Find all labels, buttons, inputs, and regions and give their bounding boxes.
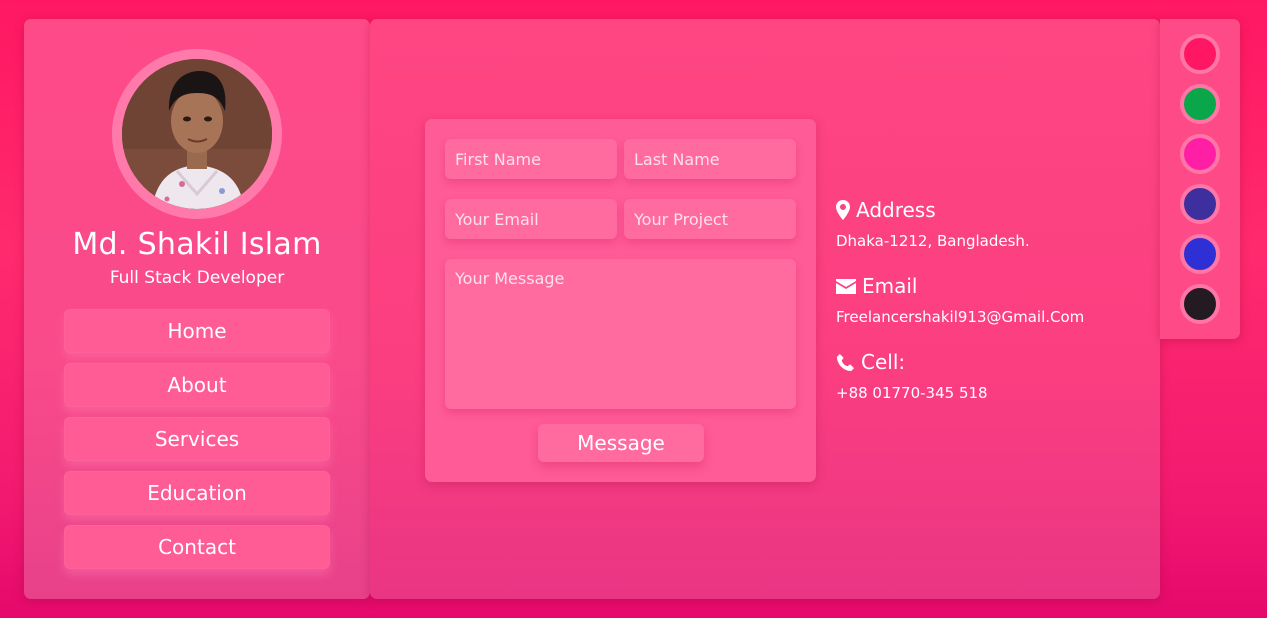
theme-color-swatch[interactable]	[1180, 234, 1220, 274]
project-input[interactable]	[624, 199, 796, 239]
email-input[interactable]	[445, 199, 617, 239]
theme-color-palette	[1160, 19, 1240, 339]
theme-color-swatch[interactable]	[1180, 284, 1220, 324]
contact-form: Message	[425, 119, 816, 482]
address-value: Dhaka-1212, Bangladesh.	[836, 232, 1030, 250]
profile-name: Md. Shakil Islam	[72, 227, 322, 262]
cell-value[interactable]: +88 01770-345 518	[836, 384, 1136, 402]
theme-color-swatch[interactable]	[1180, 184, 1220, 224]
nav-item-education[interactable]: Education	[64, 471, 330, 515]
contact-panel: Message Address Dhaka-1212, Bangladesh. …	[370, 19, 1160, 599]
address-title: Address	[856, 198, 936, 222]
avatar-ring	[112, 49, 282, 219]
nav-item-about[interactable]: About	[64, 363, 330, 407]
cell-title: Cell:	[861, 350, 906, 374]
avatar	[122, 59, 272, 209]
cell-block: Cell: +88 01770-345 518	[836, 349, 1136, 402]
contact-info: Address Dhaka-1212, Bangladesh. Email Fr…	[836, 197, 1136, 425]
nav-item-contact[interactable]: Contact	[64, 525, 330, 569]
theme-color-swatch[interactable]	[1180, 34, 1220, 74]
profile-role: Full Stack Developer	[109, 268, 285, 288]
profile-photo	[122, 59, 272, 209]
email-block: Email Freelancershakil913@Gmail.Com	[836, 273, 1136, 326]
last-name-input[interactable]	[624, 139, 796, 179]
phone-icon	[836, 353, 855, 371]
email-value[interactable]: Freelancershakil913@Gmail.Com	[836, 308, 1136, 326]
nav-item-home[interactable]: Home	[64, 309, 330, 353]
email-title: Email	[862, 274, 918, 298]
theme-color-swatch[interactable]	[1180, 84, 1220, 124]
send-message-button[interactable]: Message	[538, 424, 704, 462]
envelope-icon	[836, 278, 856, 294]
message-textarea[interactable]	[445, 259, 796, 409]
map-marker-icon	[836, 200, 850, 220]
address-block: Address Dhaka-1212, Bangladesh.	[836, 197, 1136, 250]
first-name-input[interactable]	[445, 139, 617, 179]
theme-color-swatch[interactable]	[1180, 134, 1220, 174]
main-nav: Home About Services Education Contact	[64, 309, 330, 579]
nav-item-services[interactable]: Services	[64, 417, 330, 461]
profile-sidebar: Md. Shakil Islam Full Stack Developer Ho…	[24, 19, 370, 599]
